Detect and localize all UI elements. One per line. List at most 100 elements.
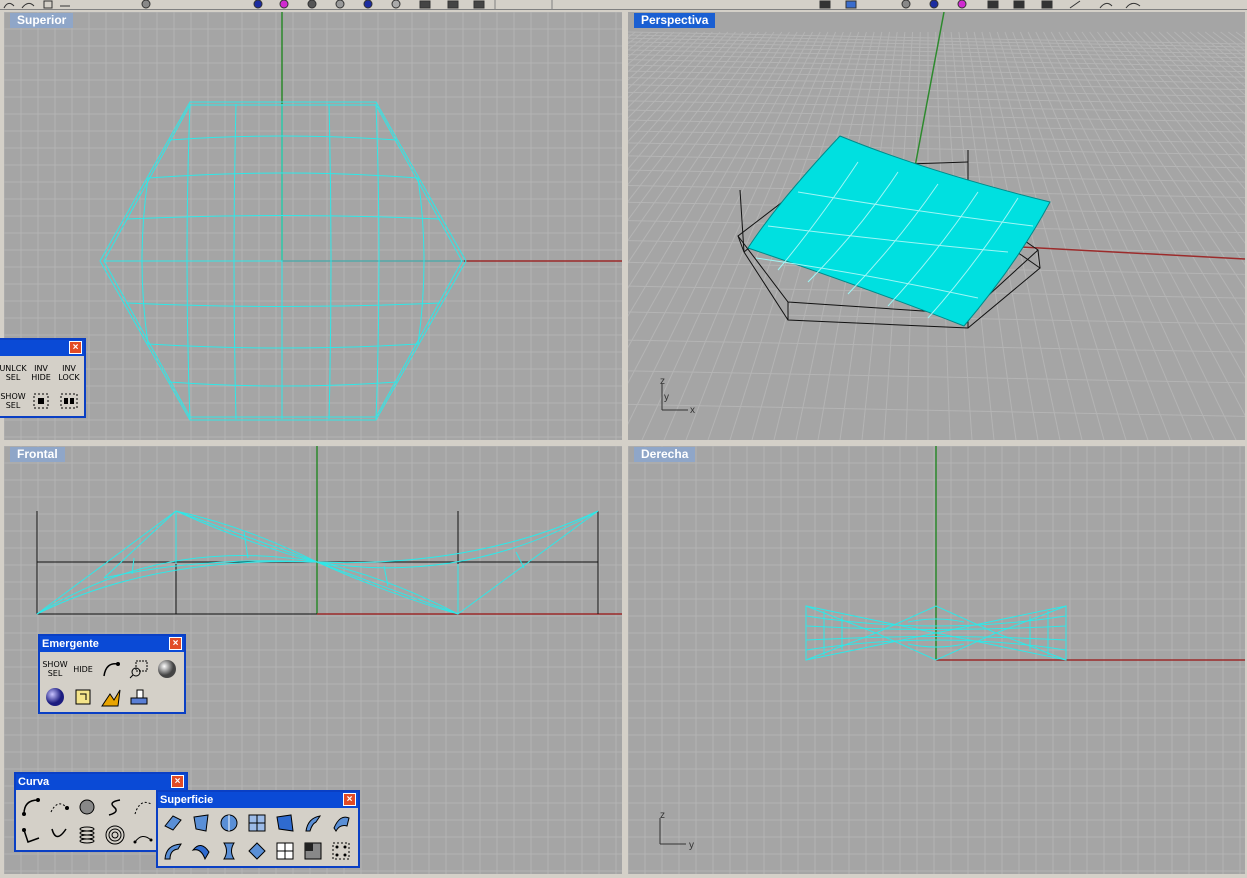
zoom-icon bbox=[129, 660, 148, 679]
button-label: SEL bbox=[5, 401, 21, 410]
hide-button[interactable]: HIDE bbox=[70, 656, 96, 682]
point-button[interactable] bbox=[74, 794, 100, 820]
render-button[interactable] bbox=[154, 656, 180, 682]
button-label: UNLCK bbox=[0, 364, 27, 373]
object-snap-button[interactable] bbox=[126, 684, 152, 710]
curve-icon bbox=[103, 662, 120, 677]
unlock-selected-button[interactable]: UNLCK SEL bbox=[0, 360, 27, 386]
button-label: LOCK bbox=[58, 373, 80, 382]
right-view-canvas: z y bbox=[628, 446, 1245, 874]
viewport-title-front[interactable]: Frontal bbox=[10, 447, 65, 462]
unlock-objects-button[interactable] bbox=[56, 388, 82, 414]
viewport-right[interactable]: z y Derecha bbox=[628, 446, 1245, 874]
palette-titlebar[interactable]: × bbox=[0, 340, 84, 356]
grid-surface-button[interactable] bbox=[272, 838, 298, 864]
color-wheel-icon[interactable] bbox=[279, 0, 289, 9]
blend-surface-button[interactable] bbox=[188, 838, 214, 864]
zoom-icon[interactable] bbox=[3, 2, 15, 9]
button-label: SEL bbox=[5, 373, 21, 382]
grid-icon[interactable] bbox=[43, 0, 53, 9]
close-icon[interactable]: × bbox=[169, 637, 182, 650]
edge-surface-button[interactable] bbox=[188, 810, 214, 836]
rotate-icon[interactable] bbox=[21, 2, 35, 9]
helix-button[interactable] bbox=[74, 822, 100, 848]
superficie-palette[interactable]: Superficie × bbox=[156, 790, 360, 868]
snap-icon bbox=[130, 689, 148, 705]
rail-revolve-button[interactable] bbox=[160, 838, 186, 864]
show-selected-button[interactable]: SHOW SEL bbox=[42, 656, 68, 682]
heightfield-button[interactable] bbox=[300, 838, 326, 864]
invert-lock-button[interactable]: INV LOCK bbox=[56, 360, 82, 386]
curve-tool-button[interactable] bbox=[98, 656, 124, 682]
rail-icon bbox=[164, 843, 182, 860]
grid-icon bbox=[276, 842, 294, 860]
sweep-button[interactable] bbox=[300, 810, 326, 836]
axis-label-z: z bbox=[660, 810, 665, 821]
interpolate-curve-button[interactable] bbox=[46, 794, 72, 820]
main-toolbar bbox=[0, 0, 1247, 10]
properties-icon bbox=[75, 689, 91, 705]
viewport-top[interactable]: Superior bbox=[4, 12, 622, 440]
curve-icon bbox=[22, 798, 40, 816]
point-grid-button[interactable] bbox=[328, 838, 354, 864]
loft-icon bbox=[333, 816, 350, 832]
layer-button[interactable] bbox=[98, 684, 124, 710]
visibility-palette[interactable]: × UNLCK SEL INV HIDE INV LOCK SHOW SEL bbox=[0, 338, 86, 418]
point-icon bbox=[79, 799, 95, 815]
zoom-window-button[interactable] bbox=[126, 656, 152, 682]
axis-label-x: x bbox=[690, 405, 695, 416]
revolve-icon bbox=[220, 814, 238, 832]
palette-title: Curva bbox=[18, 776, 50, 788]
axis-label-y: y bbox=[664, 392, 669, 403]
arc-button[interactable] bbox=[46, 822, 72, 848]
button-label: HIDE bbox=[73, 664, 93, 674]
freeform-curve-button[interactable] bbox=[102, 794, 128, 820]
palette-titlebar[interactable]: Curva × bbox=[16, 774, 186, 790]
curve-control-points-button[interactable] bbox=[18, 794, 44, 820]
shaded-button[interactable] bbox=[42, 684, 68, 710]
viewport-title-right[interactable]: Derecha bbox=[634, 447, 696, 462]
interpolate-icon bbox=[50, 803, 69, 813]
button-label: SEL bbox=[47, 669, 63, 678]
patch-button[interactable] bbox=[216, 838, 242, 864]
button-label: SHOW bbox=[42, 660, 68, 669]
properties-button[interactable] bbox=[70, 684, 96, 710]
palette-title: Superficie bbox=[160, 794, 214, 806]
points-curve-icon bbox=[133, 836, 153, 844]
curve-edit-button[interactable] bbox=[130, 794, 156, 820]
invert-hide-button[interactable]: INV HIDE bbox=[28, 360, 54, 386]
show-selected-button[interactable]: SHOW SEL bbox=[0, 388, 26, 414]
arc-icon bbox=[51, 828, 67, 838]
viewport-title-top[interactable]: Superior bbox=[10, 13, 74, 28]
curve-from-points-button[interactable] bbox=[130, 822, 156, 848]
button-label: INV bbox=[34, 364, 48, 373]
unlock-icon bbox=[60, 393, 78, 409]
toolbar-icons[interactable] bbox=[3, 0, 1141, 9]
spiral-button[interactable] bbox=[102, 822, 128, 848]
close-icon[interactable]: × bbox=[171, 775, 184, 788]
edge-surface-icon bbox=[193, 814, 209, 832]
viewport-perspective[interactable]: z y x Perspectiva bbox=[628, 12, 1245, 440]
polyline-button[interactable] bbox=[18, 822, 44, 848]
palette-titlebar[interactable]: Emergente × bbox=[40, 636, 184, 652]
emergente-palette[interactable]: Emergente × SHOW SEL HIDE bbox=[38, 634, 186, 714]
viewport-title-perspective[interactable]: Perspectiva bbox=[634, 13, 716, 28]
palette-titlebar[interactable]: Superficie × bbox=[158, 792, 358, 808]
polyline-icon bbox=[22, 828, 40, 843]
blend-icon bbox=[191, 845, 210, 861]
network-surface-button[interactable] bbox=[244, 838, 270, 864]
axis-label-y: y bbox=[689, 840, 694, 851]
edit-curve-icon bbox=[134, 801, 152, 815]
layer-icon bbox=[101, 689, 121, 707]
lock-objects-button[interactable] bbox=[28, 388, 54, 414]
extrude-button[interactable] bbox=[272, 810, 298, 836]
sweep-icon bbox=[305, 815, 322, 832]
revolve-button[interactable] bbox=[216, 810, 242, 836]
loft-button[interactable] bbox=[328, 810, 354, 836]
close-icon[interactable]: × bbox=[343, 793, 356, 806]
surface-from-points-button[interactable] bbox=[160, 810, 186, 836]
close-icon[interactable]: × bbox=[69, 341, 82, 354]
lock-icon bbox=[33, 393, 49, 409]
sphere-icon[interactable] bbox=[307, 0, 317, 9]
plane-surface-button[interactable] bbox=[244, 810, 270, 836]
